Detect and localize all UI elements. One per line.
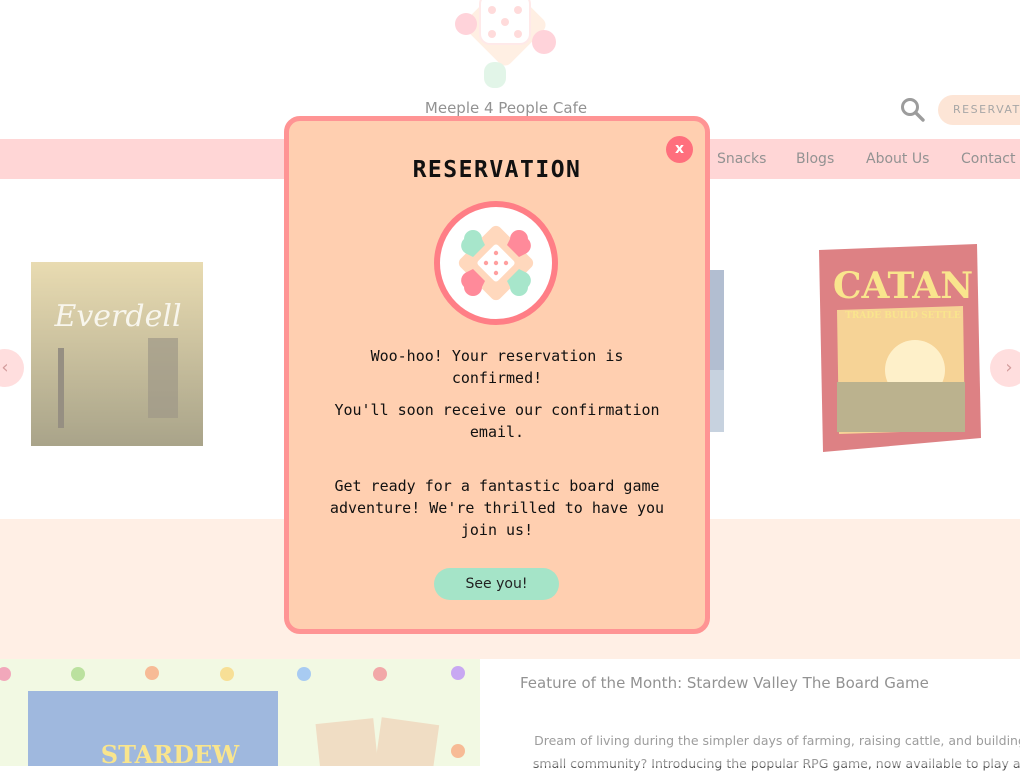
see-you-button[interactable]: See you! xyxy=(434,568,559,600)
meeple-dice-logo xyxy=(434,201,558,325)
close-icon[interactable]: x xyxy=(666,136,693,163)
confirmation-message: Woo-hoo! Your reservation is confirmed! xyxy=(370,347,624,387)
welcome-message: Get ready for a fantastic board game adv… xyxy=(329,477,665,539)
modal-title: RESERVATION xyxy=(412,157,582,183)
reservation-modal: RESERVATION x Woo-hoo! Your reservation … xyxy=(284,116,710,634)
email-notice: You'll soon receive our confirmation ema… xyxy=(334,401,660,441)
